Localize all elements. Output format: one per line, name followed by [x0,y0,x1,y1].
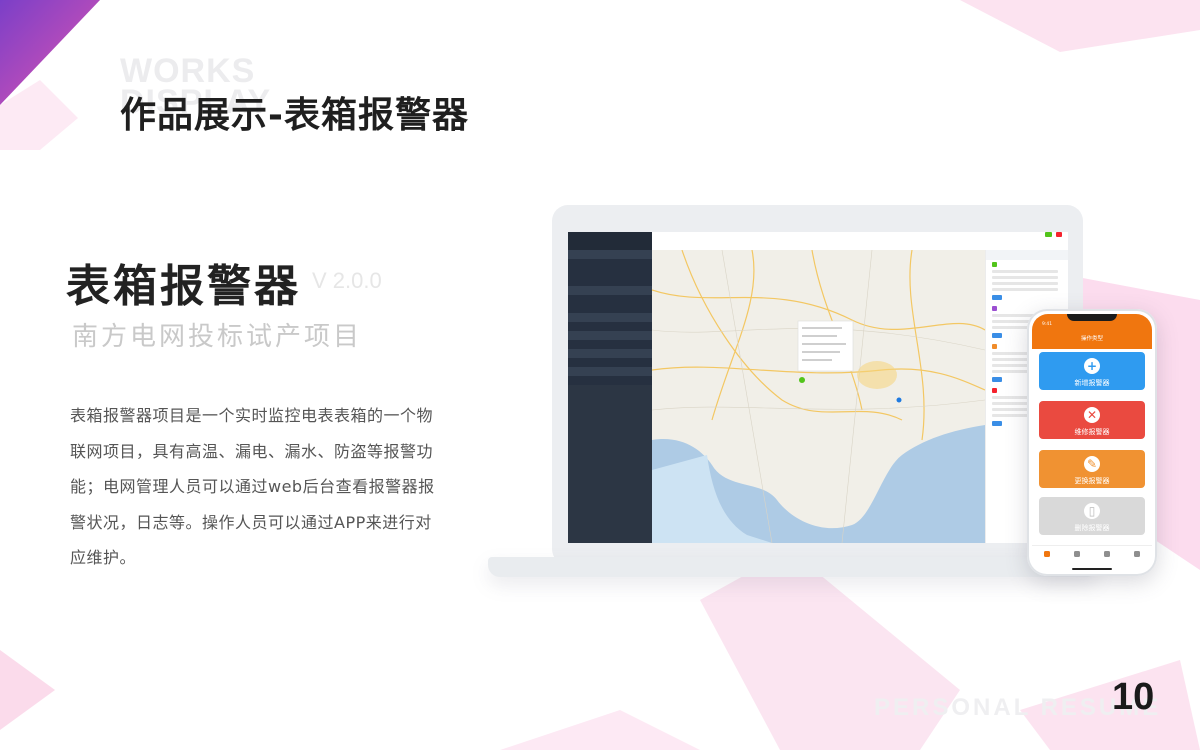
sidebar-group [568,286,652,295]
status-badge-red [1055,232,1062,237]
sidebar-item [568,340,652,349]
pencil-icon: ✎ [1084,456,1100,472]
topbar-status [1045,232,1062,237]
sidebar-item-active [568,295,652,304]
dashboard-topbar [652,232,1068,251]
app-title: 操作类型 [1080,336,1103,342]
replace-alarm-button: ✎ 更换报警器 [1039,450,1145,488]
plus-icon: + [1084,358,1100,374]
mobile-app-mockup: 9:41 操作类型 + 新增报警器 ✕ 维修报警器 ✎ 更换报警器 ▯ 删除报警… [1027,309,1157,576]
alarm-detail-button [992,377,1003,382]
dashboard-sidebar [568,232,652,543]
dashboard-logo [568,232,652,250]
home-indicator [1072,568,1112,570]
sidebar-group [568,349,652,358]
app-header: 9:41 操作类型 [1032,314,1152,349]
sidebar-group [568,250,652,259]
sidebar-group [568,367,652,376]
alarm-detail-button [992,295,1003,300]
page-number: 10 [1112,676,1155,718]
status-time: 9:41 [1042,322,1053,327]
alarm-card [992,262,1065,300]
alarm-tab-icon [1074,551,1080,557]
sidebar-item [568,322,652,331]
location-pin-icon [992,262,997,267]
trash-icon: ▯ [1084,503,1100,519]
web-dashboard-screenshot [568,232,1068,543]
project-description: 表箱报警器项目是一个实时监控电表表箱的一个物联网项目，具有高温、漏电、漏水、防盗… [70,406,435,567]
corner-decoration-top-right [960,0,1200,52]
status-badge-green [1045,232,1052,237]
alarm-detail-button [992,421,1003,426]
decoration-bottom-center [500,710,700,750]
sidebar-item [568,304,652,313]
phone-notch [1067,314,1117,321]
warning-tag-icon [992,388,997,393]
laptop-base [488,557,1098,577]
project-version: V 2.0.0 [312,268,382,293]
sidebar-group [568,313,652,322]
sidebar-item [568,268,652,277]
page-title: 作品展示-表箱报警器 [120,95,469,136]
home-tab-icon [1044,551,1050,557]
sidebar-item [568,376,652,385]
sidebar-item [568,277,652,286]
delete-alarm-button: ▯ 删除报警器 [1039,497,1145,535]
app-tab-bar [1032,545,1152,564]
sidebar-group [568,331,652,340]
add-alarm-button: + 新增报警器 [1039,352,1145,390]
project-subtitle: 南方电网投标试产项目 [72,322,363,352]
wrench-icon: ✕ [1084,407,1100,423]
location-pin-icon [992,306,997,311]
sidebar-item [568,259,652,268]
map-view [652,250,985,543]
project-title: 表箱报警器 [66,261,301,312]
profile-tab-icon [1134,551,1140,557]
panel-header [986,250,1068,260]
corner-decoration-top-left [0,0,100,150]
log-tab-icon [1104,551,1110,557]
decoration-bottom-left [0,650,55,730]
warning-tag-icon [992,344,997,349]
repair-alarm-button: ✕ 维修报警器 [1039,401,1145,439]
alarm-detail-button [992,333,1003,338]
sidebar-item [568,358,652,367]
